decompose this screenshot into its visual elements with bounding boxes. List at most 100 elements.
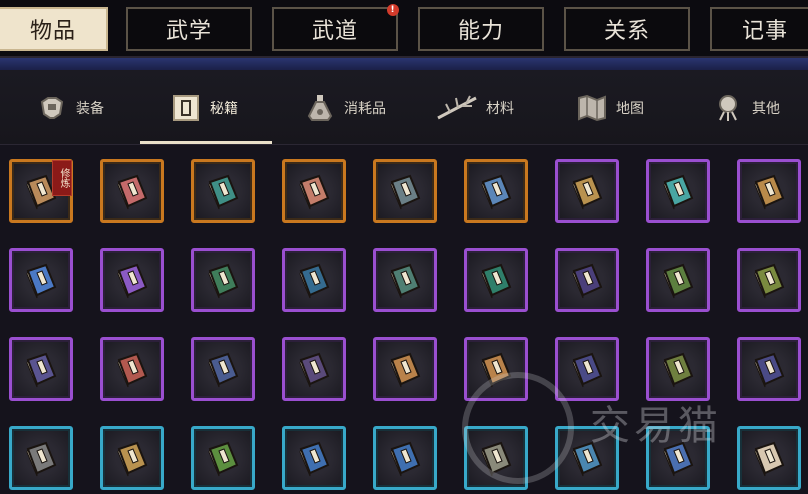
subtab-label: 其他 [752,101,780,117]
tab-relation[interactable]: 关系 [564,7,690,51]
subtab-equipment[interactable]: 装备 [36,88,104,128]
book-icon [754,352,785,388]
book-icon [299,352,330,388]
inventory-slot[interactable] [191,426,255,490]
subtab-label: 秘籍 [210,101,238,117]
main-tab-bar: 物品 武学 武道! 能力 关系 记事 [0,0,808,58]
inventory-slot[interactable] [646,159,710,223]
inventory-slot[interactable] [9,337,73,401]
inventory-slot[interactable] [373,337,437,401]
book-icon [208,263,239,299]
manual-icon [170,92,202,124]
tab-label: 武学 [165,19,212,44]
inventory-slot[interactable] [100,159,164,223]
inventory-slot[interactable] [100,248,164,312]
inventory-slot[interactable] [555,159,619,223]
watermark-text: 交易猫 [590,403,722,449]
inventory-slot[interactable] [464,248,528,312]
book-icon [663,174,694,210]
book-icon [299,174,330,210]
inventory-slot[interactable] [737,159,801,223]
tab-label: 记事 [741,19,788,44]
book-icon [390,352,421,388]
book-icon [26,352,57,388]
inventory-slot[interactable] [282,337,346,401]
tab-items[interactable]: 物品 [0,7,108,51]
inventory-slot[interactable] [373,426,437,490]
book-icon [26,441,57,477]
subtab-maps[interactable]: 地图 [576,88,644,128]
book-icon [208,441,239,477]
tab-label: 能力 [457,19,504,44]
inventory-slot[interactable] [737,248,801,312]
tab-label: 物品 [29,19,76,44]
book-icon [390,441,421,477]
inventory-slot[interactable] [737,337,801,401]
subtab-manuals[interactable]: 秘籍 [170,88,238,128]
book-icon [117,441,148,477]
tab-journal[interactable]: 记事 [710,7,808,51]
map-icon [576,92,608,124]
book-icon [299,441,330,477]
book-icon [208,174,239,210]
inventory-slot[interactable] [100,337,164,401]
notification-badge: ! [387,4,399,16]
book-icon [481,263,512,299]
inventory-slot[interactable] [646,337,710,401]
watermark-logo [462,372,574,484]
inventory-slot[interactable] [191,337,255,401]
book-icon [117,174,148,210]
book-icon [572,263,603,299]
tab-ability[interactable]: 能力 [418,7,544,51]
tab-label: 关系 [603,19,650,44]
inventory-slot[interactable] [282,159,346,223]
subtab-label: 地图 [616,101,644,117]
category-bar: 装备 秘籍 消耗品 材料 地图 其他 [0,70,808,145]
inventory-slot[interactable] [464,159,528,223]
book-icon [117,352,148,388]
inventory-slot[interactable] [9,248,73,312]
book-icon [663,263,694,299]
header-divider-band [0,58,808,70]
inventory-slot[interactable] [100,426,164,490]
book-icon [117,263,148,299]
inventory-slot[interactable] [555,248,619,312]
tab-dao[interactable]: 武道! [272,4,399,51]
inventory-slot[interactable] [191,159,255,223]
inventory-slot[interactable] [555,337,619,401]
inventory-slot[interactable]: 修炼 [9,159,73,223]
subtab-other[interactable]: 其他 [712,88,780,128]
book-icon [572,352,603,388]
herb-icon [436,92,478,124]
subtab-label: 材料 [486,101,514,117]
cultivating-tag: 修炼 [52,160,72,196]
book-icon [390,263,421,299]
book-icon [572,174,603,210]
book-icon [754,263,785,299]
inventory-slot[interactable] [373,248,437,312]
bell-icon [712,92,744,124]
tab-label: 武道 [311,19,358,44]
subtab-consumables[interactable]: 消耗品 [304,88,386,128]
subtab-label: 装备 [76,101,104,117]
inventory-slot[interactable] [191,248,255,312]
book-icon [663,352,694,388]
inventory-slot[interactable] [646,248,710,312]
armor-icon [36,92,68,124]
book-icon [208,352,239,388]
inventory-slot[interactable] [282,426,346,490]
book-icon [390,174,421,210]
inventory-slot[interactable] [282,248,346,312]
book-icon [299,263,330,299]
book-icon [754,174,785,210]
inventory-slot[interactable] [737,426,801,490]
book-icon [481,174,512,210]
active-subtab-indicator [140,141,272,144]
inventory-slot[interactable] [373,159,437,223]
book-icon [754,441,785,477]
inventory-slot[interactable] [9,426,73,490]
subtab-label: 消耗品 [344,101,386,117]
potion-icon [304,92,336,124]
tab-martial[interactable]: 武学 [126,7,252,51]
subtab-materials[interactable]: 材料 [436,88,514,128]
